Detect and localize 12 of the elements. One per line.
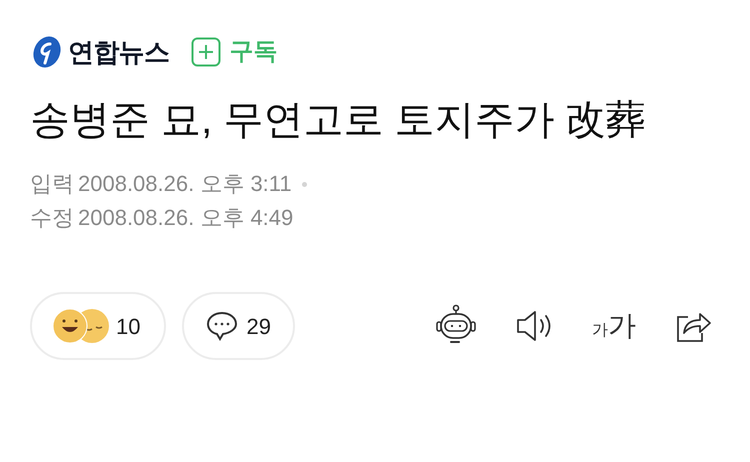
timestamp-label: 입력 (30, 170, 74, 198)
press-name: 연합뉴스 (68, 36, 170, 68)
timestamp: 2008.08.26. 오후 3:11 (78, 170, 292, 198)
plus-icon (191, 37, 222, 67)
speech-bubble-icon (206, 310, 238, 342)
font-size-button[interactable]: 가가 (592, 310, 636, 342)
timestamp-label: 수정 (30, 204, 74, 232)
article-headline: 송병준 묘, 무연고로 토지주가 改葬 (30, 97, 647, 144)
reaction-button[interactable]: 10 (30, 292, 166, 360)
smiley-faces-icon (52, 308, 110, 344)
timestamp: 2008.08.26. 오후 4:49 (78, 204, 294, 232)
comment-button[interactable]: 29 (182, 292, 295, 360)
